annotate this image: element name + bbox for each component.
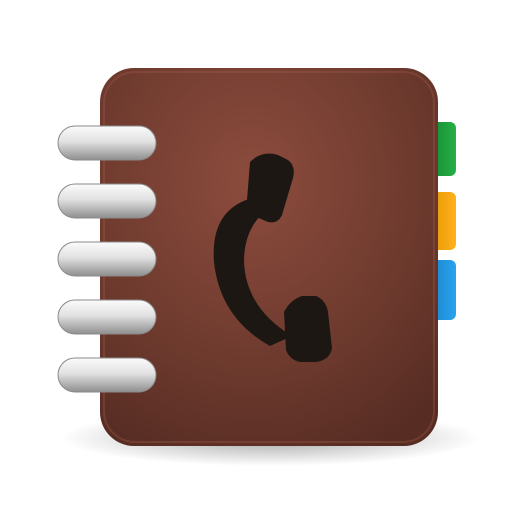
address-book-icon bbox=[57, 68, 480, 466]
icon-canvas bbox=[0, 0, 512, 512]
